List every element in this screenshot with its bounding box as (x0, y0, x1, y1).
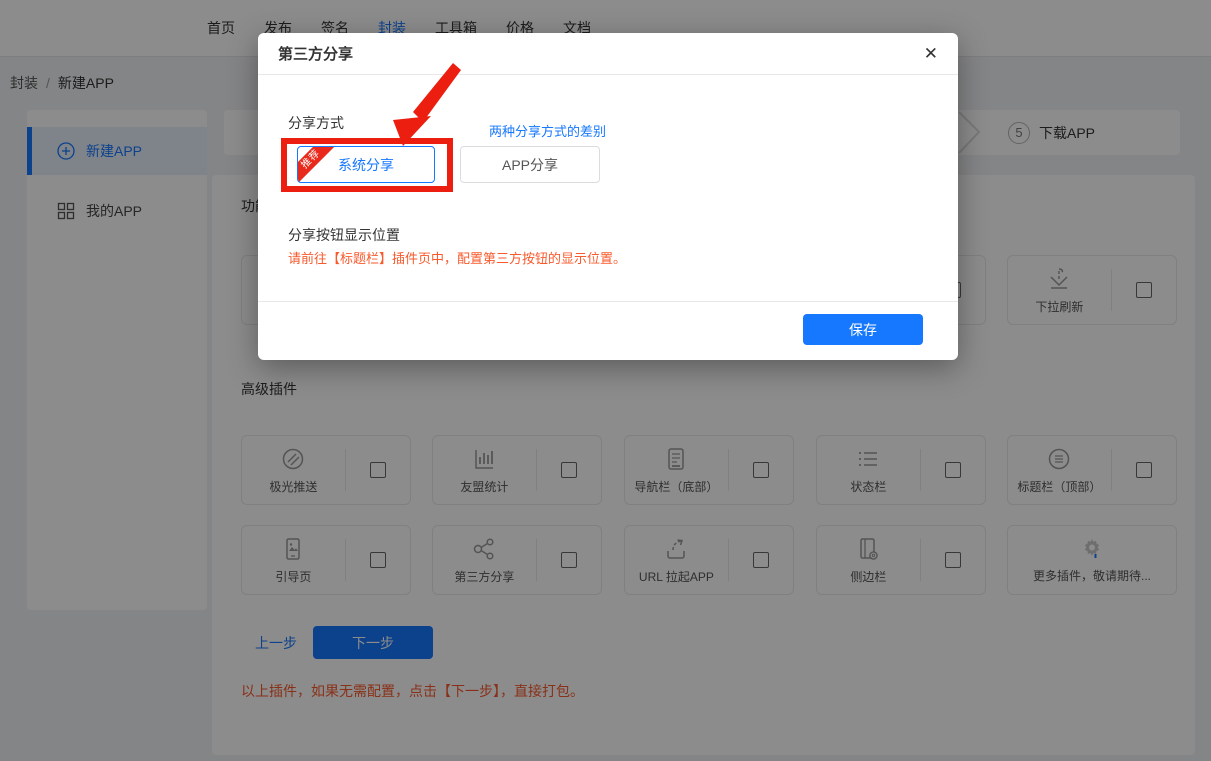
save-button[interactable]: 保存 (803, 314, 923, 345)
share-mode-diff-link[interactable]: 两种分享方式的差别 (489, 121, 606, 140)
option-label: 系统分享 (338, 155, 394, 175)
option-label: APP分享 (502, 155, 558, 175)
modal-header: 第三方分享 ✕ (258, 33, 958, 75)
modal-title: 第三方分享 (278, 43, 353, 64)
close-icon[interactable]: ✕ (924, 45, 938, 62)
share-button-position-label: 分享按钮显示位置 (288, 225, 400, 245)
system-share-option[interactable]: 推荐 系统分享 (297, 146, 435, 183)
third-party-share-modal: 第三方分享 ✕ 分享方式 两种分享方式的差别 推荐 系统分享 APP分享 分享按… (258, 33, 958, 360)
app-share-option[interactable]: APP分享 (460, 146, 600, 183)
share-button-position-note: 请前往【标题栏】插件页中，配置第三方按钮的显示位置。 (288, 248, 626, 267)
share-mode-label: 分享方式 (288, 113, 344, 133)
recommended-ribbon: 推荐 (297, 146, 338, 183)
modal-footer-divider (258, 301, 958, 302)
